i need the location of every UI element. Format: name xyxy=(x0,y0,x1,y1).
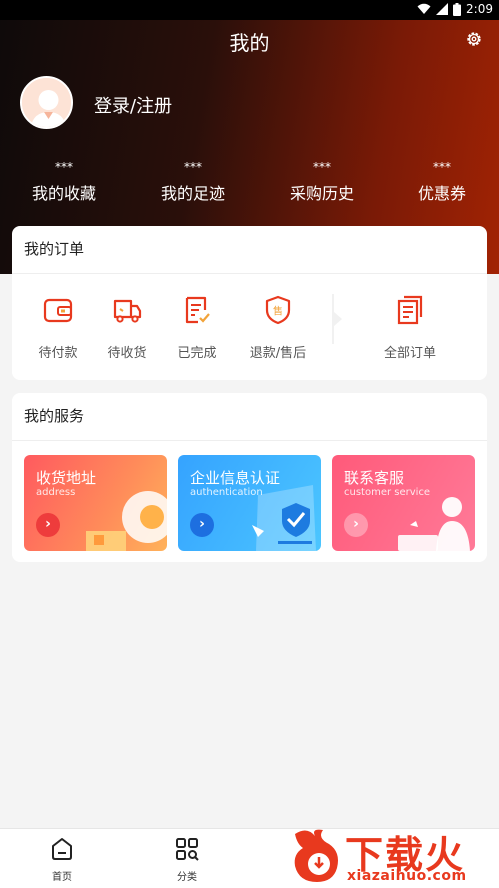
chevron-right-icon[interactable]: › xyxy=(36,513,60,537)
service-subtitle: address xyxy=(36,487,76,498)
order-refund-aftersale[interactable]: 售 退款/售后 xyxy=(238,294,318,361)
page-title: 我的 xyxy=(229,31,270,55)
login-register-link[interactable]: 登录/注册 xyxy=(94,92,172,118)
checklist-icon xyxy=(185,296,210,324)
order-completed[interactable]: 已完成 xyxy=(167,294,227,361)
stat-value: *** xyxy=(55,160,73,174)
documents-icon xyxy=(397,295,423,325)
service-title: 收货地址 xyxy=(36,469,97,487)
chevron-right-icon[interactable]: › xyxy=(344,513,368,537)
stat-favorites[interactable]: *** 我的收藏 xyxy=(19,160,109,204)
shield-sale-icon: 售 xyxy=(265,295,291,325)
stat-value: *** xyxy=(313,160,331,174)
order-item-label: 待收货 xyxy=(107,346,147,361)
order-item-label: 退款/售后 xyxy=(249,346,307,361)
order-pending-delivery[interactable]: 待收货 xyxy=(97,294,157,361)
service-authentication[interactable]: 企业信息认证 authentication › xyxy=(178,455,321,551)
tab-category[interactable]: 分类 xyxy=(157,837,217,883)
services-card: 我的服务 收货地址 address › 企业信息认证 authenticatio… xyxy=(12,393,487,562)
status-time: 2:09 xyxy=(466,2,493,16)
avatar[interactable] xyxy=(20,76,73,129)
services-title: 我的服务 xyxy=(12,393,487,441)
service-customer-support[interactable]: 联系客服 customer service › xyxy=(332,455,475,551)
stat-purchase-history[interactable]: *** 采购历史 xyxy=(277,160,367,204)
stat-label: 我的足迹 xyxy=(160,184,225,203)
flame-logo-icon xyxy=(294,829,338,882)
wifi-icon xyxy=(417,3,431,14)
tab-label: 分类 xyxy=(177,872,197,883)
stat-value: *** xyxy=(433,160,451,174)
truck-icon xyxy=(113,299,142,323)
order-item-label: 待付款 xyxy=(38,346,78,361)
order-item-label: 全部订单 xyxy=(383,346,436,361)
order-all[interactable]: 全部订单 xyxy=(380,294,440,361)
tab-home[interactable]: 首页 xyxy=(32,837,92,883)
service-address[interactable]: 收货地址 address › xyxy=(24,455,167,551)
status-bar: 2:09 xyxy=(0,0,499,20)
category-icon xyxy=(176,838,199,861)
home-icon xyxy=(52,838,72,860)
battery-icon xyxy=(453,2,462,16)
tab-label: 首页 xyxy=(52,872,72,883)
stat-coupons[interactable]: *** 优惠券 xyxy=(397,160,487,204)
service-subtitle: customer service xyxy=(344,487,431,498)
order-divider-arrow xyxy=(332,294,342,344)
service-subtitle: authentication xyxy=(190,487,263,498)
stat-value: *** xyxy=(184,160,202,174)
chevron-right-icon[interactable]: › xyxy=(190,513,214,537)
signal-icon xyxy=(436,3,449,15)
stat-label: 我的收藏 xyxy=(31,184,96,203)
orders-card: 我的订单 待付款 待收货 已完成 售 退款/售后 全部订单 xyxy=(12,226,487,380)
service-title: 联系客服 xyxy=(344,469,405,487)
stat-footprints[interactable]: *** 我的足迹 xyxy=(148,160,238,204)
service-title: 企业信息认证 xyxy=(190,469,281,487)
stat-label: 采购历史 xyxy=(289,184,354,203)
svg-text:售: 售 xyxy=(273,305,283,318)
watermark: 下载火 xiazaihuo.com xyxy=(289,822,499,888)
gear-icon[interactable] xyxy=(465,30,483,48)
user-avatar-icon xyxy=(22,78,71,127)
watermark-url: xiazaihuo.com xyxy=(347,868,467,884)
order-item-label: 已完成 xyxy=(177,346,217,361)
wallet-icon xyxy=(43,298,73,323)
orders-title: 我的订单 xyxy=(12,226,487,274)
order-pending-payment[interactable]: 待付款 xyxy=(28,294,88,361)
profile-stats: *** 我的收藏 *** 我的足迹 *** 采购历史 *** 优惠券 xyxy=(0,160,499,210)
stat-label: 优惠券 xyxy=(417,184,466,203)
